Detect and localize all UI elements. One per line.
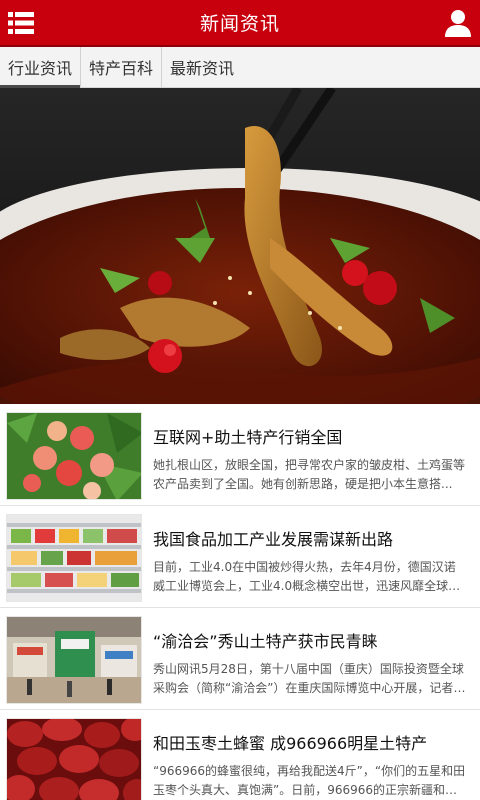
news-title: 互联网+助土特产行销全国	[153, 428, 343, 447]
news-list: 互联网+助土特产行销全国 她扎根山区，放眼全国，把寻常农户家的皱皮柑、土鸡蛋等农…	[0, 404, 480, 800]
news-summary: 秀山网讯5月28日，第十八届中国（重庆）国际投资暨全球采购会（简称“渝洽会”）在…	[153, 662, 466, 695]
news-title: 我国食品加工产业发展需谋新出路	[153, 530, 394, 549]
tab-latest-news[interactable]: 最新资讯	[162, 47, 242, 87]
page-title: 新闻资讯	[199, 13, 280, 35]
news-summary: 目前，工业4.0在中国被炒得火热，去年4月份，德国汉诺威工业博览会上，工业4.0…	[153, 560, 461, 593]
tab-label: 行业资讯	[8, 59, 73, 78]
tab-specialty-wiki[interactable]: 特产百科	[81, 47, 163, 87]
red-dates-thumbnail	[6, 718, 142, 800]
news-item[interactable]: 我国食品加工产业发展需谋新出路 目前，工业4.0在中国被炒得火热，去年4月份，德…	[0, 506, 480, 608]
category-tabs: 行业资讯 特产百科 最新资讯	[0, 47, 480, 88]
tab-industry-news[interactable]: 行业资讯	[0, 47, 82, 88]
tab-label: 特产百科	[89, 59, 154, 78]
news-summary: 她扎根山区，放眼全国，把寻常农户家的皱皮柑、土鸡蛋等农产品卖到了全国。她有创新思…	[153, 458, 466, 491]
news-summary: “966966的蜂蜜很纯，再给我配送4斤”，“你们的五星和田玉枣个头真大、真饱满…	[153, 764, 466, 797]
supermarket-shelf-thumbnail	[6, 514, 142, 602]
user-icon[interactable]	[444, 8, 472, 38]
news-title: “渝洽会”秀山土特产获市民青睐	[153, 632, 378, 651]
news-item[interactable]: “渝洽会”秀山土特产获市民青睐 秀山网讯5月28日，第十八届中国（重庆）国际投资…	[0, 608, 480, 710]
expo-hall-thumbnail	[6, 616, 142, 704]
tab-label: 最新资讯	[170, 59, 235, 78]
banner-image[interactable]	[0, 88, 480, 404]
news-item[interactable]: 和田玉枣土蜂蜜 成966966明星土特产 “966966的蜂蜜很纯，再给我配送4…	[0, 710, 480, 800]
list-menu-icon[interactable]	[6, 8, 36, 38]
news-item[interactable]: 互联网+助土特产行销全国 她扎根山区，放眼全国，把寻常农户家的皱皮柑、土鸡蛋等农…	[0, 404, 480, 506]
app-header: 新闻资讯	[0, 0, 480, 47]
peaches-thumbnail	[6, 412, 142, 500]
news-title: 和田玉枣土蜂蜜 成966966明星土特产	[153, 734, 428, 753]
